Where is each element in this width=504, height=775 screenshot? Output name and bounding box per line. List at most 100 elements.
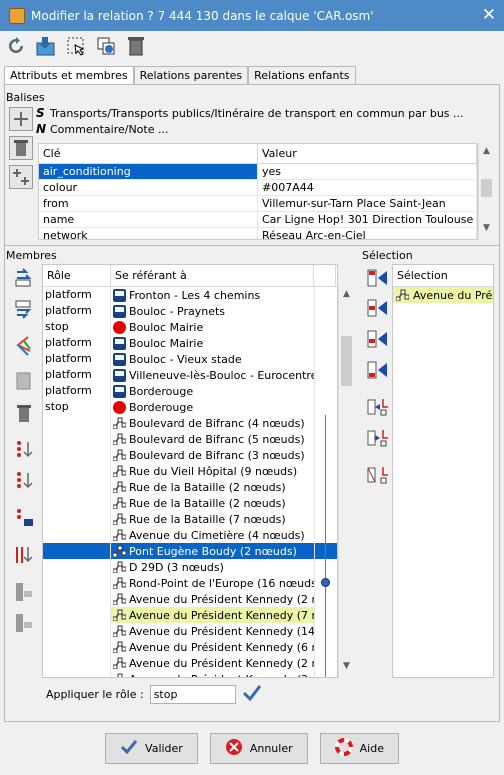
scroll-up-icon[interactable]: ▲ bbox=[339, 289, 354, 303]
member-ref[interactable]: Rue de la Bataille (2 nœuds) bbox=[111, 479, 314, 495]
members-scrollbar[interactable]: ▲ ▼ bbox=[338, 286, 354, 678]
member-ref[interactable]: Boulevard de Bifranc (3 nœuds) bbox=[111, 447, 314, 463]
add-to-end-icon[interactable] bbox=[366, 358, 390, 382]
member-ref[interactable]: Bouloc Mairie bbox=[111, 319, 314, 335]
member-role[interactable] bbox=[43, 447, 111, 463]
member-row[interactable]: Rue du Vieil Hôpital (9 nœuds) bbox=[43, 463, 337, 479]
member-row[interactable]: Avenue du Président Kennedy (7 n... bbox=[43, 607, 337, 623]
member-ref[interactable]: Bouloc - Praynets bbox=[111, 303, 314, 319]
member-ref[interactable]: Borderouge bbox=[111, 383, 314, 399]
note-line[interactable]: N Commentaire/Note ... bbox=[36, 122, 168, 136]
members-scroll-thumb[interactable] bbox=[341, 336, 352, 386]
member-role[interactable] bbox=[43, 527, 111, 543]
member-role[interactable] bbox=[43, 607, 111, 623]
refresh-icon[interactable] bbox=[4, 34, 28, 58]
tab-attributes-members[interactable]: Attributs et membres bbox=[4, 66, 134, 86]
tag-row[interactable]: name Car Ligne Hop! 301 Direction Toulous… bbox=[39, 212, 477, 228]
member-role[interactable] bbox=[43, 431, 111, 447]
member-role[interactable] bbox=[43, 671, 111, 677]
member-role[interactable] bbox=[43, 655, 111, 671]
reverse-members-icon[interactable] bbox=[12, 469, 36, 493]
tag-value[interactable]: Car Ligne Hop! 301 Direction Toulouse M.… bbox=[258, 212, 477, 227]
member-ref[interactable]: Borderouge bbox=[111, 399, 314, 415]
member-row[interactable]: Pont Eugène Boudy (2 nœuds) bbox=[43, 543, 337, 559]
tag-value[interactable]: Villemur-sur-Tarn Place Saint-Jean bbox=[258, 196, 477, 211]
member-ref[interactable]: Avenue du Président Kennedy (6 n... bbox=[111, 639, 314, 655]
member-role[interactable]: platform bbox=[43, 351, 111, 367]
member-row[interactable]: platform Bouloc Mairie bbox=[43, 335, 337, 351]
member-row[interactable]: platform Bouloc - Vieux stade bbox=[43, 351, 337, 367]
tag-value[interactable]: Réseau Arc-en-Ciel bbox=[258, 228, 477, 239]
member-ref[interactable]: Rue du Vieil Hôpital (9 nœuds) bbox=[111, 463, 314, 479]
splitter[interactable] bbox=[4, 245, 500, 246]
member-ref[interactable]: Avenue du Cimetière (4 nœuds) bbox=[111, 527, 314, 543]
member-role[interactable] bbox=[43, 623, 111, 639]
move-up-icon[interactable] bbox=[12, 266, 36, 290]
member-role[interactable] bbox=[43, 511, 111, 527]
tags-scrollbar[interactable]: ▲ ▼ bbox=[478, 143, 494, 240]
member-row[interactable]: D 29D (3 nœuds) bbox=[43, 559, 337, 575]
member-role[interactable] bbox=[43, 479, 111, 495]
member-ref[interactable]: D 29D (3 nœuds) bbox=[111, 559, 314, 575]
member-role[interactable] bbox=[43, 575, 111, 591]
paste-tags-icon[interactable] bbox=[9, 165, 33, 189]
member-role[interactable]: stop bbox=[43, 399, 111, 415]
member-role[interactable]: platform bbox=[43, 287, 111, 303]
linkage-column-header[interactable] bbox=[314, 265, 336, 286]
apply-role-icon[interactable] bbox=[242, 684, 262, 705]
tag-row[interactable]: colour #007A44 bbox=[39, 180, 477, 196]
member-row[interactable]: Avenue du Président Kennedy (2 n... bbox=[43, 655, 337, 671]
help-button[interactable]: Aide bbox=[319, 733, 399, 764]
edit-member-icon[interactable] bbox=[12, 369, 36, 393]
member-role[interactable] bbox=[43, 559, 111, 575]
close-icon[interactable]: ✕ bbox=[482, 5, 496, 25]
delete-relation-icon[interactable] bbox=[124, 34, 148, 58]
role-input[interactable] bbox=[149, 685, 236, 704]
add-after-icon[interactable] bbox=[366, 327, 390, 351]
member-row[interactable]: Rue de la Bataille (7 nœuds) bbox=[43, 511, 337, 527]
member-ref[interactable]: Avenue du Président Kennedy (2 n... bbox=[111, 591, 314, 607]
download-members-icon[interactable] bbox=[34, 34, 58, 58]
member-role[interactable] bbox=[43, 543, 111, 559]
member-role[interactable]: platform bbox=[43, 383, 111, 399]
member-ref[interactable]: Boulevard de Bifranc (4 nœuds) bbox=[111, 415, 314, 431]
tab-parent-relations[interactable]: Relations parentes bbox=[133, 66, 249, 85]
member-row[interactable]: Boulevard de Bifranc (3 nœuds) bbox=[43, 447, 337, 463]
tag-row[interactable]: air_conditioning yes bbox=[39, 164, 477, 180]
value-column-header[interactable]: Valeur bbox=[258, 144, 477, 163]
member-row[interactable]: platform Fronton - Les 4 chemins bbox=[43, 287, 337, 303]
member-ref[interactable]: Rue de la Bataille (2 nœuds) bbox=[111, 495, 314, 511]
tag-row[interactable]: from Villemur-sur-Tarn Place Saint-Jean bbox=[39, 196, 477, 212]
tag-key[interactable]: air_conditioning bbox=[39, 164, 258, 179]
member-row[interactable]: stop Borderouge bbox=[43, 399, 337, 415]
member-row[interactable]: Avenue du Président Kennedy (2 n... bbox=[43, 591, 337, 607]
member-row[interactable]: Avenue du Président Kennedy (3 n... bbox=[43, 671, 337, 677]
member-ref[interactable]: Avenue du Président Kennedy (3 n... bbox=[111, 671, 314, 677]
member-ref[interactable]: Avenue du Président Kennedy (7 n... bbox=[111, 607, 314, 623]
select-members-in-selection-icon[interactable] bbox=[366, 395, 390, 419]
member-role[interactable] bbox=[43, 639, 111, 655]
member-row[interactable]: Boulevard de Bifranc (5 nœuds) bbox=[43, 431, 337, 447]
member-role[interactable]: platform bbox=[43, 335, 111, 351]
member-row[interactable]: Rue de la Bataille (2 nœuds) bbox=[43, 479, 337, 495]
member-ref[interactable]: Avenue du Président Kennedy (14 ... bbox=[111, 623, 314, 639]
member-ref[interactable]: Bouloc Mairie bbox=[111, 335, 314, 351]
tag-value[interactable]: yes bbox=[258, 164, 477, 179]
selection-item[interactable]: Avenue du Présid bbox=[393, 287, 493, 303]
cancel-button[interactable]: Annuler bbox=[209, 733, 308, 764]
member-ref[interactable]: Avenue du Président Kennedy (2 n... bbox=[111, 655, 314, 671]
scroll-up-icon[interactable]: ▲ bbox=[479, 146, 494, 160]
add-selected-bottom-icon[interactable] bbox=[12, 611, 36, 635]
member-ref[interactable]: Rond-Point de l'Europe (16 nœuds) bbox=[111, 575, 314, 591]
member-ref[interactable]: Villeneuve-lès-Bouloc - Eurocentre bbox=[111, 367, 314, 383]
member-ref[interactable]: Bouloc - Vieux stade bbox=[111, 351, 314, 367]
tag-key[interactable]: network bbox=[39, 228, 258, 239]
add-to-start-icon[interactable] bbox=[366, 266, 390, 290]
key-column-header[interactable]: Clé bbox=[39, 144, 258, 163]
move-down-icon[interactable] bbox=[12, 297, 36, 321]
remove-selected-icon[interactable] bbox=[12, 543, 36, 567]
selection-header[interactable]: Sélection bbox=[393, 265, 493, 287]
tag-value[interactable]: #007A44 bbox=[258, 180, 477, 195]
scroll-down-icon[interactable]: ▼ bbox=[479, 223, 494, 237]
member-role[interactable]: stop bbox=[43, 319, 111, 335]
